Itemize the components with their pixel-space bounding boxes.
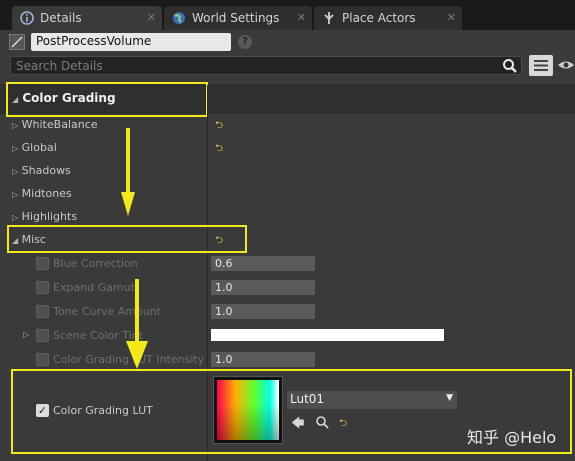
tab-label: Details — [40, 11, 82, 25]
watermark: 知乎 @Helo — [467, 428, 557, 447]
lut-intensity-checkbox[interactable] — [36, 353, 49, 366]
expand-arrow-icon: ▷ — [12, 121, 19, 130]
globe-icon — [172, 11, 186, 25]
group-shadows[interactable]: ▷ Shadows — [12, 164, 71, 177]
view-options-icon[interactable] — [529, 55, 553, 76]
search-icon[interactable] — [502, 58, 518, 74]
close-icon[interactable]: ✕ — [447, 11, 456, 24]
group-global[interactable]: ▷ Global — [12, 141, 57, 154]
group-white-balance[interactable]: ▷ WhiteBalance — [12, 118, 98, 131]
browse-search-icon[interactable] — [315, 415, 329, 429]
lut-asset-dropdown[interactable]: Lut01 ▼ — [287, 391, 457, 409]
reset-icon[interactable]: ⮌ — [215, 141, 223, 158]
tone-curve-checkbox[interactable] — [36, 305, 49, 318]
expand-arrow-icon: ▷ — [12, 144, 19, 153]
expand-gamut-field[interactable]: 1.0 — [211, 280, 315, 295]
blue-correction-label: Blue Correction — [53, 257, 138, 270]
category-title[interactable]: ◢ Color Grading — [12, 91, 116, 105]
scene-color-tint-swatch[interactable] — [211, 329, 444, 341]
tab-label: World Settings — [192, 11, 280, 25]
lut-checkbox[interactable]: ✓ — [36, 404, 49, 417]
use-selected-arrow-icon[interactable]: 🡄 — [291, 414, 304, 436]
expand-gamut-checkbox[interactable] — [36, 281, 49, 294]
reset-icon[interactable]: ⮌ — [215, 233, 223, 250]
info-icon — [20, 11, 34, 25]
tab-bar: Details ✕ World Settings ✕ Place Actors … — [0, 0, 575, 30]
close-icon[interactable]: ✕ — [147, 11, 156, 24]
place-actors-icon — [322, 11, 336, 25]
expand-gamut-label: Expand Gamut — [53, 281, 135, 294]
lut-thumbnail[interactable] — [213, 376, 283, 444]
blue-correction-checkbox[interactable] — [36, 257, 49, 270]
tab-world-settings[interactable]: World Settings ✕ — [164, 6, 312, 30]
expand-arrow-icon[interactable]: ▷ — [23, 330, 29, 339]
expand-arrow-icon: ▷ — [12, 190, 19, 199]
blue-correction-field[interactable]: 0.6 — [211, 256, 315, 271]
reset-icon[interactable]: ⮌ — [339, 416, 347, 433]
annotation-arrow — [121, 128, 135, 216]
tab-details[interactable]: Details ✕ — [12, 6, 162, 30]
collapse-arrow-icon: ◢ — [12, 95, 19, 104]
search-input[interactable]: Search Details — [10, 56, 522, 75]
object-name-field[interactable]: PostProcessVolume — [31, 33, 231, 51]
close-icon[interactable]: ✕ — [297, 11, 306, 24]
actor-icon — [9, 34, 25, 50]
chevron-down-icon: ▼ — [446, 393, 453, 403]
tab-place-actors[interactable]: Place Actors ✕ — [314, 6, 462, 30]
lut-preview — [217, 380, 279, 440]
expand-arrow-icon: ▷ — [12, 167, 19, 176]
scene-color-tint-checkbox[interactable] — [36, 329, 49, 342]
group-highlights[interactable]: ▷ Highlights — [12, 210, 77, 223]
eye-icon[interactable] — [557, 58, 575, 72]
tab-label: Place Actors — [342, 11, 416, 25]
collapse-arrow-icon: ◢ — [12, 236, 19, 245]
annotation-arrow — [126, 279, 148, 369]
tone-curve-field[interactable]: 1.0 — [211, 304, 315, 319]
group-misc[interactable]: ◢ Misc — [12, 233, 46, 246]
reset-icon[interactable]: ⮌ — [215, 118, 223, 135]
lut-intensity-field[interactable]: 1.0 — [211, 352, 315, 367]
help-icon[interactable]: ? — [238, 35, 252, 49]
group-midtones[interactable]: ▷ Midtones — [12, 187, 72, 200]
expand-arrow-icon: ▷ — [12, 213, 19, 222]
lut-label: Color Grading LUT — [53, 404, 153, 417]
